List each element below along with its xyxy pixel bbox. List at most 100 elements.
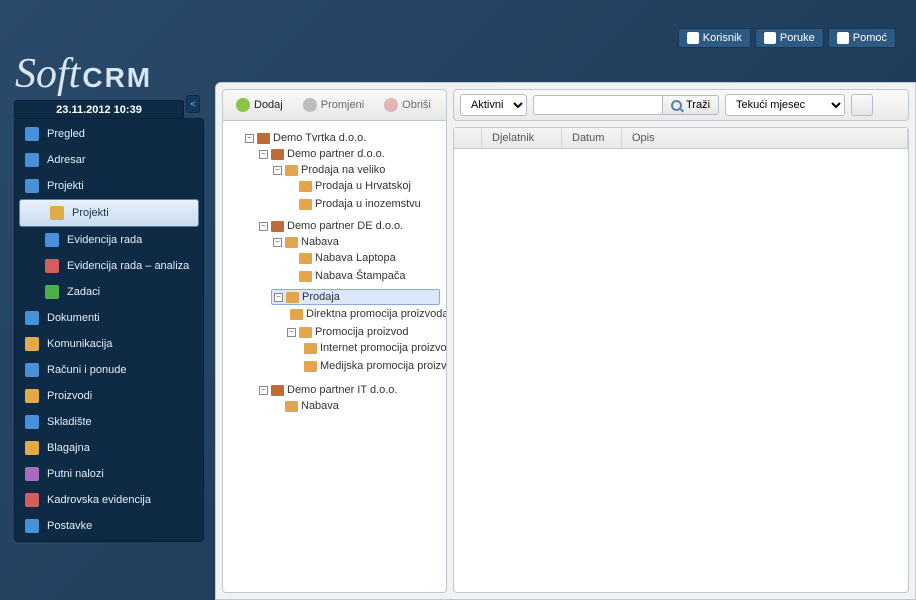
collapse-icon[interactable]: − [259, 222, 268, 231]
projects-icon [25, 179, 39, 193]
tree-label: Prodaja [302, 291, 340, 303]
help-icon [837, 32, 849, 44]
tree-node[interactable]: Nabava [271, 399, 440, 413]
collapse-sidebar-button[interactable]: < [186, 95, 200, 113]
nav-adresar[interactable]: Adresar [15, 147, 203, 173]
tree-node[interactable]: − Nabava [271, 235, 440, 249]
extra-button[interactable] [851, 94, 873, 116]
nav-kadrovska[interactable]: Kadrovska evidencija [15, 487, 203, 513]
collapse-icon[interactable]: − [287, 328, 296, 337]
data-grid[interactable]: Djelatnik Datum Opis [453, 127, 909, 593]
content-area: Dodaj Promjeni Obriši −Demo Tvrtka d.o.o… [215, 82, 916, 600]
products-icon [25, 389, 39, 403]
tree-node[interactable]: −Demo partner d.o.o. [257, 147, 440, 161]
tree-label: Demo Tvrtka d.o.o. [273, 132, 366, 144]
box-icon [299, 181, 312, 192]
user-button[interactable]: Korisnik [678, 28, 751, 48]
nav-projekti[interactable]: Projekti [15, 173, 203, 199]
nav-skladiste[interactable]: Skladište [15, 409, 203, 435]
nav-pregled[interactable]: Pregled [15, 121, 203, 147]
tree-node[interactable]: Prodaja u inozemstvu [285, 197, 440, 211]
box-icon [299, 199, 312, 210]
tree-node-selected[interactable]: − Prodaja [271, 289, 440, 305]
tree-node[interactable]: Medijska promocija proizvoda [299, 359, 440, 373]
addressbook-icon [25, 153, 39, 167]
nav-label: Proizvodi [47, 390, 92, 402]
nav-postavke[interactable]: Postavke [15, 513, 203, 539]
nav-label: Postavke [47, 520, 92, 532]
tree-label: Nabava Štampača [315, 270, 406, 282]
datetime-text: 23.11.2012 10:39 [56, 104, 142, 116]
tree-label: Prodaja na veliko [301, 164, 385, 176]
settings-icon [25, 519, 39, 533]
project-icon [50, 206, 64, 220]
travel-icon [25, 467, 39, 481]
tree-label: Nabava [301, 236, 339, 248]
delete-icon [384, 98, 398, 112]
nav-dokumenti[interactable]: Dokumenti [15, 305, 203, 331]
box-icon [290, 309, 303, 320]
partner-icon [271, 385, 284, 396]
tree-node[interactable]: Direktna promocija proizvoda [285, 307, 440, 321]
tree-node[interactable]: −Promocija proizvod [285, 325, 440, 339]
nav-label: Projekti [47, 180, 84, 192]
nav-racuni[interactable]: Računi i ponude [15, 357, 203, 383]
help-button[interactable]: Pomoć [828, 28, 896, 48]
delete-button[interactable]: Obriši [375, 94, 440, 116]
add-label: Dodaj [254, 99, 283, 111]
project-tree[interactable]: −Demo Tvrtka d.o.o. −Demo partner d.o.o.… [223, 121, 446, 592]
grid-col-datum[interactable]: Datum [562, 128, 622, 148]
collapse-icon[interactable]: − [259, 150, 268, 159]
collapse-icon[interactable]: − [273, 238, 282, 247]
nav-projekti-sub[interactable]: Projekti [19, 199, 199, 227]
nav-putni-nalozi[interactable]: Putni nalozi [15, 461, 203, 487]
collapse-icon[interactable]: − [274, 293, 283, 302]
nav-label: Zadaci [67, 286, 100, 298]
edit-button[interactable]: Promjeni [294, 94, 373, 116]
messages-label: Poruke [780, 32, 815, 44]
tree-node[interactable]: − Prodaja na veliko [271, 163, 440, 177]
box-icon [304, 343, 317, 354]
comms-icon [25, 337, 39, 351]
add-button[interactable]: Dodaj [227, 94, 292, 116]
nav-evidencija-rada[interactable]: Evidencija rada [15, 227, 203, 253]
collapse-icon[interactable]: − [245, 134, 254, 143]
overview-icon [25, 127, 39, 141]
tree-node[interactable]: Nabava Štampača [285, 269, 440, 283]
tree-node[interactable]: Prodaja u Hrvatskoj [285, 179, 440, 193]
partner-icon [271, 221, 284, 232]
tree-node[interactable]: − Demo Tvrtka d.o.o. [243, 131, 440, 145]
search-wrap: Traži [533, 95, 719, 115]
nav-evidencija-analiza[interactable]: Evidencija rada – analiza [15, 253, 203, 279]
nav-label: Dokumenti [47, 312, 100, 324]
nav-proizvodi[interactable]: Proizvodi [15, 383, 203, 409]
company-icon [257, 133, 270, 144]
status-select[interactable]: Aktivni [460, 94, 527, 116]
nav-label: Komunikacija [47, 338, 112, 350]
tree-node[interactable]: Internet promocija proizvoda [299, 341, 440, 355]
search-input[interactable] [533, 95, 663, 115]
grid-col-0[interactable] [454, 128, 482, 148]
nav-komunikacija[interactable]: Komunikacija [15, 331, 203, 357]
right-panel: Aktivni Traži Tekući mjesec Djelatnik Da… [453, 89, 909, 593]
search-button[interactable]: Traži [663, 95, 719, 115]
nav-blagajna[interactable]: Blagajna [15, 435, 203, 461]
box-icon [285, 401, 298, 412]
delete-label: Obriši [402, 99, 431, 111]
nav-label: Evidencija rada [67, 234, 142, 246]
nav-label: Putni nalozi [47, 468, 104, 480]
tree-node[interactable]: −Demo partner DE d.o.o. [257, 219, 440, 233]
messages-button[interactable]: Poruke [755, 28, 824, 48]
nav-zadaci[interactable]: Zadaci [15, 279, 203, 305]
period-select[interactable]: Tekući mjesec [725, 94, 845, 116]
box-icon [299, 327, 312, 338]
tree-node[interactable]: − Demo partner IT d.o.o. [257, 383, 440, 397]
collapse-icon[interactable]: − [273, 166, 282, 175]
filter-toolbar: Aktivni Traži Tekući mjesec [453, 89, 909, 121]
collapse-icon[interactable]: − [259, 386, 268, 395]
tree-node[interactable]: Nabava Laptopa [285, 251, 440, 265]
grid-col-opis[interactable]: Opis [622, 128, 908, 148]
nav-label: Računi i ponude [47, 364, 127, 376]
grid-col-djelatnik[interactable]: Djelatnik [482, 128, 562, 148]
tree-label: Demo partner IT d.o.o. [287, 384, 397, 396]
